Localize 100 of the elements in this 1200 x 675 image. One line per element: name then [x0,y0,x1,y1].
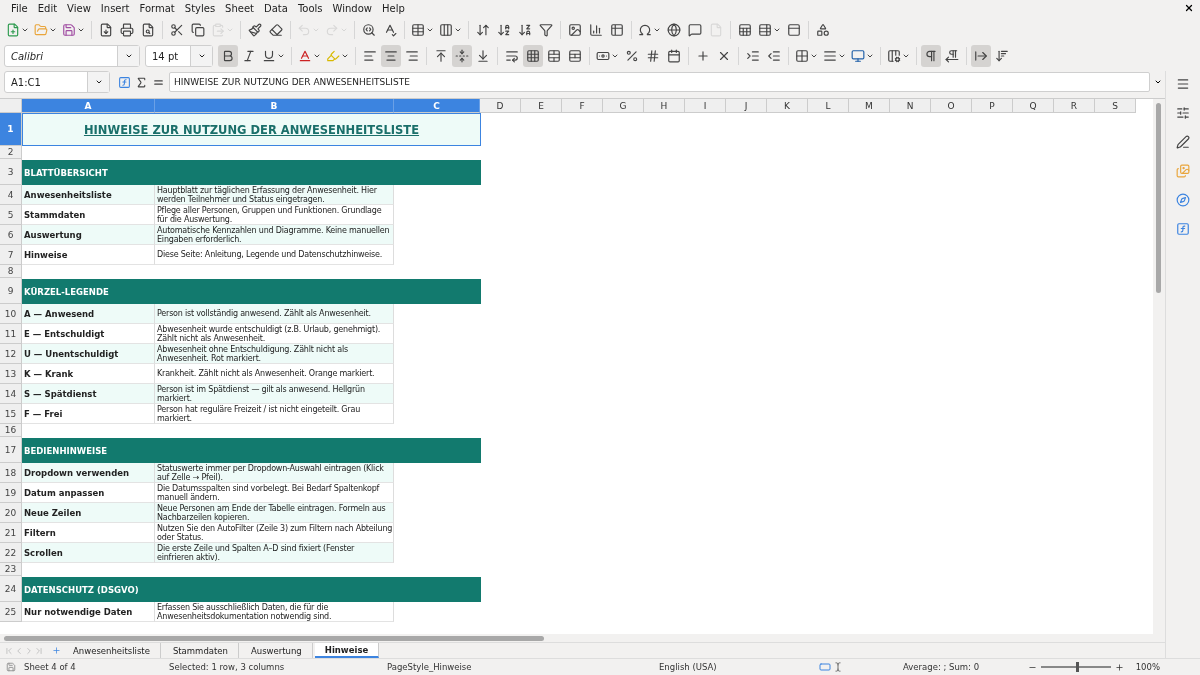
row-header[interactable]: 22 [0,543,22,563]
ltr-button[interactable] [921,45,941,67]
insert-mode-icon[interactable] [833,662,843,672]
column-header[interactable]: O [931,99,972,113]
column-header[interactable]: Q [1013,99,1054,113]
row-header[interactable]: 23 [0,563,22,576]
column-header[interactable]: B [155,99,394,113]
column-header[interactable]: G [603,99,644,113]
dropdown-caret-icon[interactable] [1154,78,1162,86]
dropdown-caret-icon[interactable] [653,26,661,34]
dropdown-caret-icon[interactable] [77,26,85,34]
row-header[interactable]: 15 [0,404,22,424]
sum-icon[interactable] [135,75,148,89]
functions-button[interactable] [1174,220,1192,238]
bold-button[interactable] [218,45,238,67]
merge-button[interactable] [523,45,543,67]
dropdown-caret-icon[interactable] [341,52,349,60]
row-header[interactable]: 9 [0,278,22,304]
column-header[interactable]: L [808,99,849,113]
center-button[interactable] [381,45,401,67]
menu-item[interactable]: Data [259,3,293,14]
menu-item[interactable]: Window [327,3,377,14]
zoom-in-icon[interactable] [1115,662,1124,672]
font-name-field[interactable]: Calibri [4,45,140,67]
sheet-tab[interactable]: Stammdaten [162,643,239,658]
menu-item[interactable]: File [6,3,33,14]
close-icon[interactable] [1184,3,1194,13]
function-wizard-icon[interactable] [118,75,131,89]
column-header[interactable]: C [394,99,480,113]
column-header[interactable]: S [1095,99,1136,113]
sheet-tab[interactable]: Auswertung [240,643,313,658]
menu-item[interactable]: Insert [95,3,135,14]
name-box[interactable]: A1:C1 [4,71,110,93]
row-header[interactable]: 12 [0,344,22,364]
dropdown-caret-icon[interactable] [124,52,133,60]
row-header[interactable]: 16 [0,424,22,437]
column-header[interactable]: F [562,99,603,113]
row-header[interactable]: 8 [0,265,22,278]
formula-input[interactable]: HINWEISE ZUR NUTZUNG DER ANWESENHEITSLISTE [169,72,1150,92]
menu-item[interactable]: View [62,3,96,14]
row-header[interactable]: 7 [0,245,22,265]
navigator-button[interactable] [1174,191,1192,209]
row-header[interactable]: 25 [0,602,22,622]
row-header[interactable]: 21 [0,523,22,543]
row-header[interactable]: 20 [0,503,22,523]
menu-item[interactable]: Styles [179,3,221,14]
column-header[interactable]: A [22,99,155,113]
dropdown-caret-icon[interactable] [866,52,874,60]
row-header[interactable]: 10 [0,304,22,324]
column-header[interactable]: E [521,99,562,113]
row-header[interactable]: 14 [0,384,22,404]
dropdown-caret-icon[interactable] [611,52,619,60]
menu-item[interactable]: Tools [292,3,328,14]
sheet-tab[interactable]: Hinweise [314,643,380,658]
column-header[interactable]: N [890,99,931,113]
dropdown-caret-icon[interactable] [902,52,910,60]
row-header[interactable]: 11 [0,324,22,344]
menu-item[interactable]: Edit [32,3,63,14]
row-header[interactable]: 5 [0,205,22,225]
column-header[interactable]: H [644,99,685,113]
dropdown-caret-icon[interactable] [94,78,103,86]
row-header[interactable]: 19 [0,483,22,503]
horizontal-button[interactable] [971,45,991,67]
row-header[interactable]: 17 [0,437,22,463]
dropdown-caret-icon[interactable] [426,26,434,34]
row-header[interactable]: 18 [0,463,22,483]
dropdown-caret-icon[interactable] [197,52,206,60]
column-header[interactable]: P [972,99,1013,113]
column-header[interactable]: M [849,99,890,113]
column-header[interactable]: J [726,99,767,113]
sheet-tab[interactable]: Anwesenheitsliste [63,643,161,658]
row-header[interactable]: 1 [0,113,22,146]
column-header[interactable]: I [685,99,726,113]
styles-button[interactable] [1174,133,1192,151]
row-header[interactable]: 2 [0,146,22,159]
dropdown-caret-icon[interactable] [313,52,321,60]
column-header[interactable]: R [1054,99,1095,113]
row-header[interactable]: 3 [0,159,22,185]
vertical-scrollbar[interactable] [1153,99,1165,634]
row-header[interactable]: 24 [0,576,22,602]
menu-item[interactable]: Sheet [220,3,260,14]
dropdown-caret-icon[interactable] [773,26,781,34]
dropdown-caret-icon[interactable] [838,52,846,60]
menu-item[interactable]: Format [134,3,180,14]
row-header[interactable]: 4 [0,185,22,205]
middle-button[interactable] [452,45,472,67]
dropdown-caret-icon[interactable] [49,26,57,34]
row-header[interactable]: 6 [0,225,22,245]
dropdown-caret-icon[interactable] [21,26,29,34]
dropdown-caret-icon[interactable] [277,52,285,60]
font-size-field[interactable]: 14 pt [145,45,213,67]
column-header[interactable]: K [767,99,808,113]
dropdown-caret-icon[interactable] [810,52,818,60]
row-header[interactable]: 13 [0,364,22,384]
dropdown-caret-icon[interactable] [454,26,462,34]
horizontal-scrollbar[interactable] [0,634,1165,642]
column-header[interactable]: D [480,99,521,113]
zoom-thumb[interactable] [1076,662,1079,672]
menu-item[interactable]: Help [377,3,410,14]
properties-button[interactable] [1174,104,1192,122]
